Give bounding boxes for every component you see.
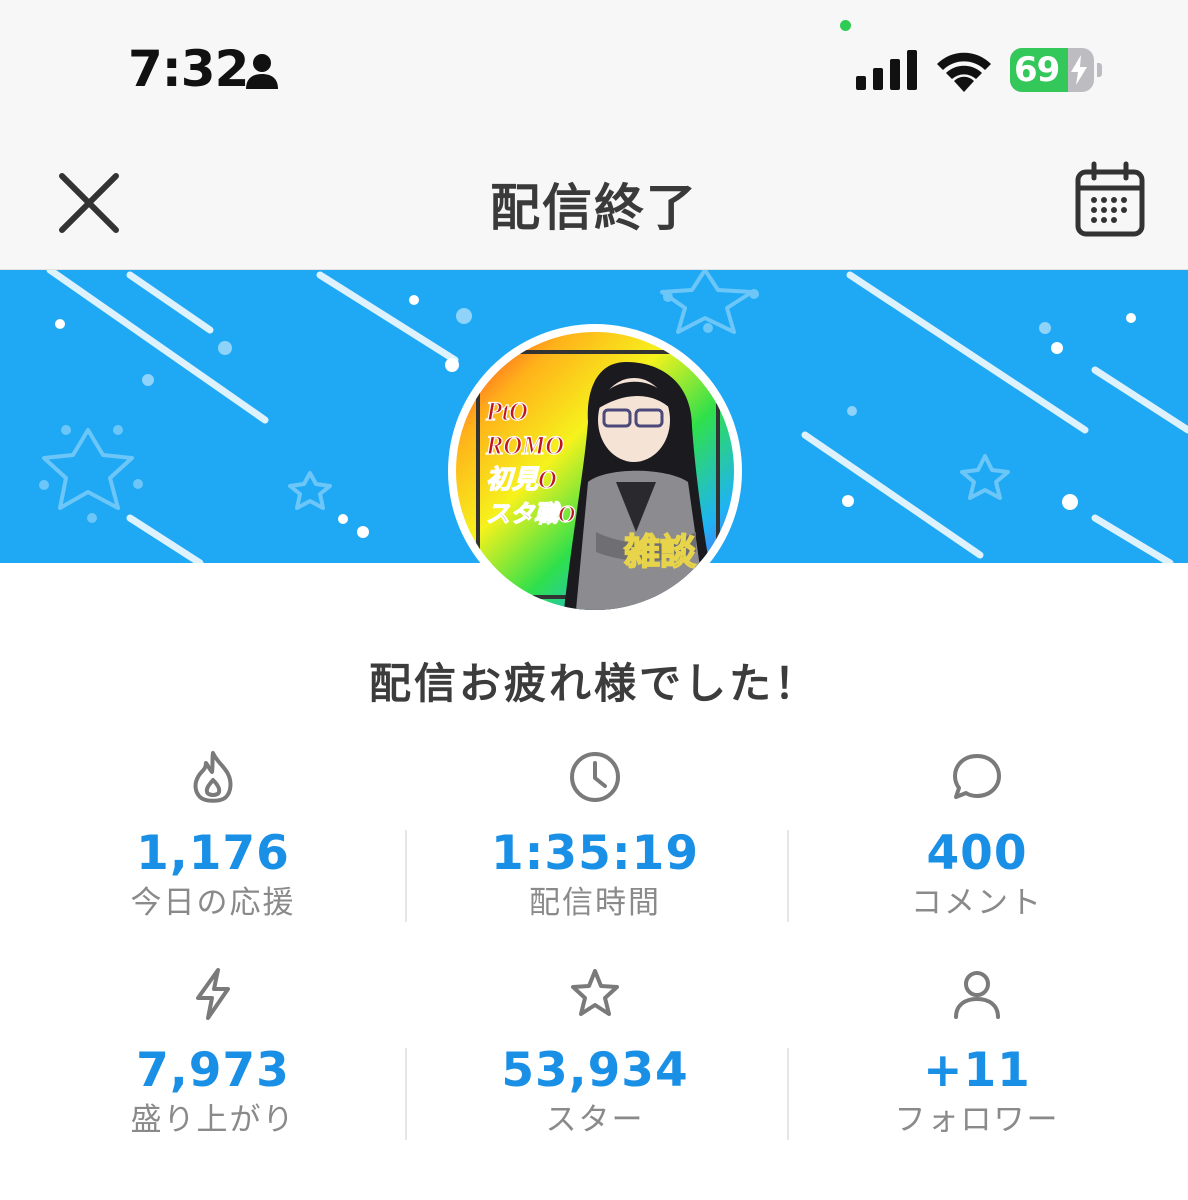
stat-value: 1:35:19 xyxy=(490,826,700,881)
end-message: 配信お疲れ様でした！ xyxy=(368,659,819,708)
stat-duration: 1:35:19 配信時間 xyxy=(425,748,765,924)
stat-label: 盛り上がり xyxy=(130,1102,296,1138)
avatar-text-4: スタ職O xyxy=(486,501,575,528)
avatar-text-5: 雑談 xyxy=(623,531,696,573)
stat-stars: 53,934 スター xyxy=(425,965,765,1141)
divider xyxy=(405,830,407,922)
privacy-indicator xyxy=(840,20,851,31)
battery-percent: 69 xyxy=(1014,50,1060,90)
battery-cap xyxy=(1097,63,1102,77)
lightning-icon xyxy=(196,968,230,1020)
person-icon xyxy=(246,54,278,89)
avatar-text-3: 初見O xyxy=(486,465,557,494)
stat-label: 配信時間 xyxy=(529,885,661,921)
avatar-text-2: ROMO xyxy=(485,431,564,460)
stat-value: 7,973 xyxy=(136,1043,290,1098)
follower-icon xyxy=(954,971,1000,1019)
stat-value: 1,176 xyxy=(136,826,290,881)
stat-value: 53,934 xyxy=(501,1043,689,1098)
star-icon xyxy=(571,969,619,1016)
stat-label: スター xyxy=(545,1102,645,1138)
avatar-image: PtO ROMO 初見O スタ職O 雑談 xyxy=(456,332,734,610)
avatar-text-1: PtO xyxy=(485,397,528,426)
stat-cheers: 1,176 今日の応援 xyxy=(43,748,383,924)
stat-value: 400 xyxy=(926,826,1028,881)
calendar-icon[interactable] xyxy=(1072,160,1152,240)
wifi-icon xyxy=(937,52,991,92)
battery-indicator: 69 xyxy=(1010,48,1102,92)
comment-icon xyxy=(953,754,1001,799)
status-bar: 7:32 69 xyxy=(0,0,1188,130)
flame-icon xyxy=(193,751,233,803)
battery-body: 69 xyxy=(1010,48,1094,92)
stat-label: フォロワー xyxy=(894,1102,1060,1138)
header: 配信終了 xyxy=(0,130,1188,270)
stat-comments: 400 コメント xyxy=(807,748,1147,924)
stat-value: +11 xyxy=(923,1043,1031,1098)
divider xyxy=(787,1048,789,1140)
stat-label: 今日の応援 xyxy=(130,885,296,921)
avatar-text-overlay: PtO ROMO 初見O スタ職O 雑談 xyxy=(484,396,696,573)
stat-label: コメント xyxy=(911,885,1043,921)
page-title: 配信終了 xyxy=(490,179,698,237)
stat-excitement: 7,973 盛り上がり xyxy=(43,965,383,1141)
divider xyxy=(405,1048,407,1140)
charging-bolt-icon xyxy=(1071,55,1087,85)
clock-icon xyxy=(570,752,620,802)
stat-followers: +11 フォロワー xyxy=(807,965,1147,1141)
signal-icon xyxy=(856,50,917,90)
avatar: PtO ROMO 初見O スタ職O 雑談 xyxy=(448,324,742,618)
status-time: 7:32 xyxy=(128,40,249,98)
divider xyxy=(787,830,789,922)
